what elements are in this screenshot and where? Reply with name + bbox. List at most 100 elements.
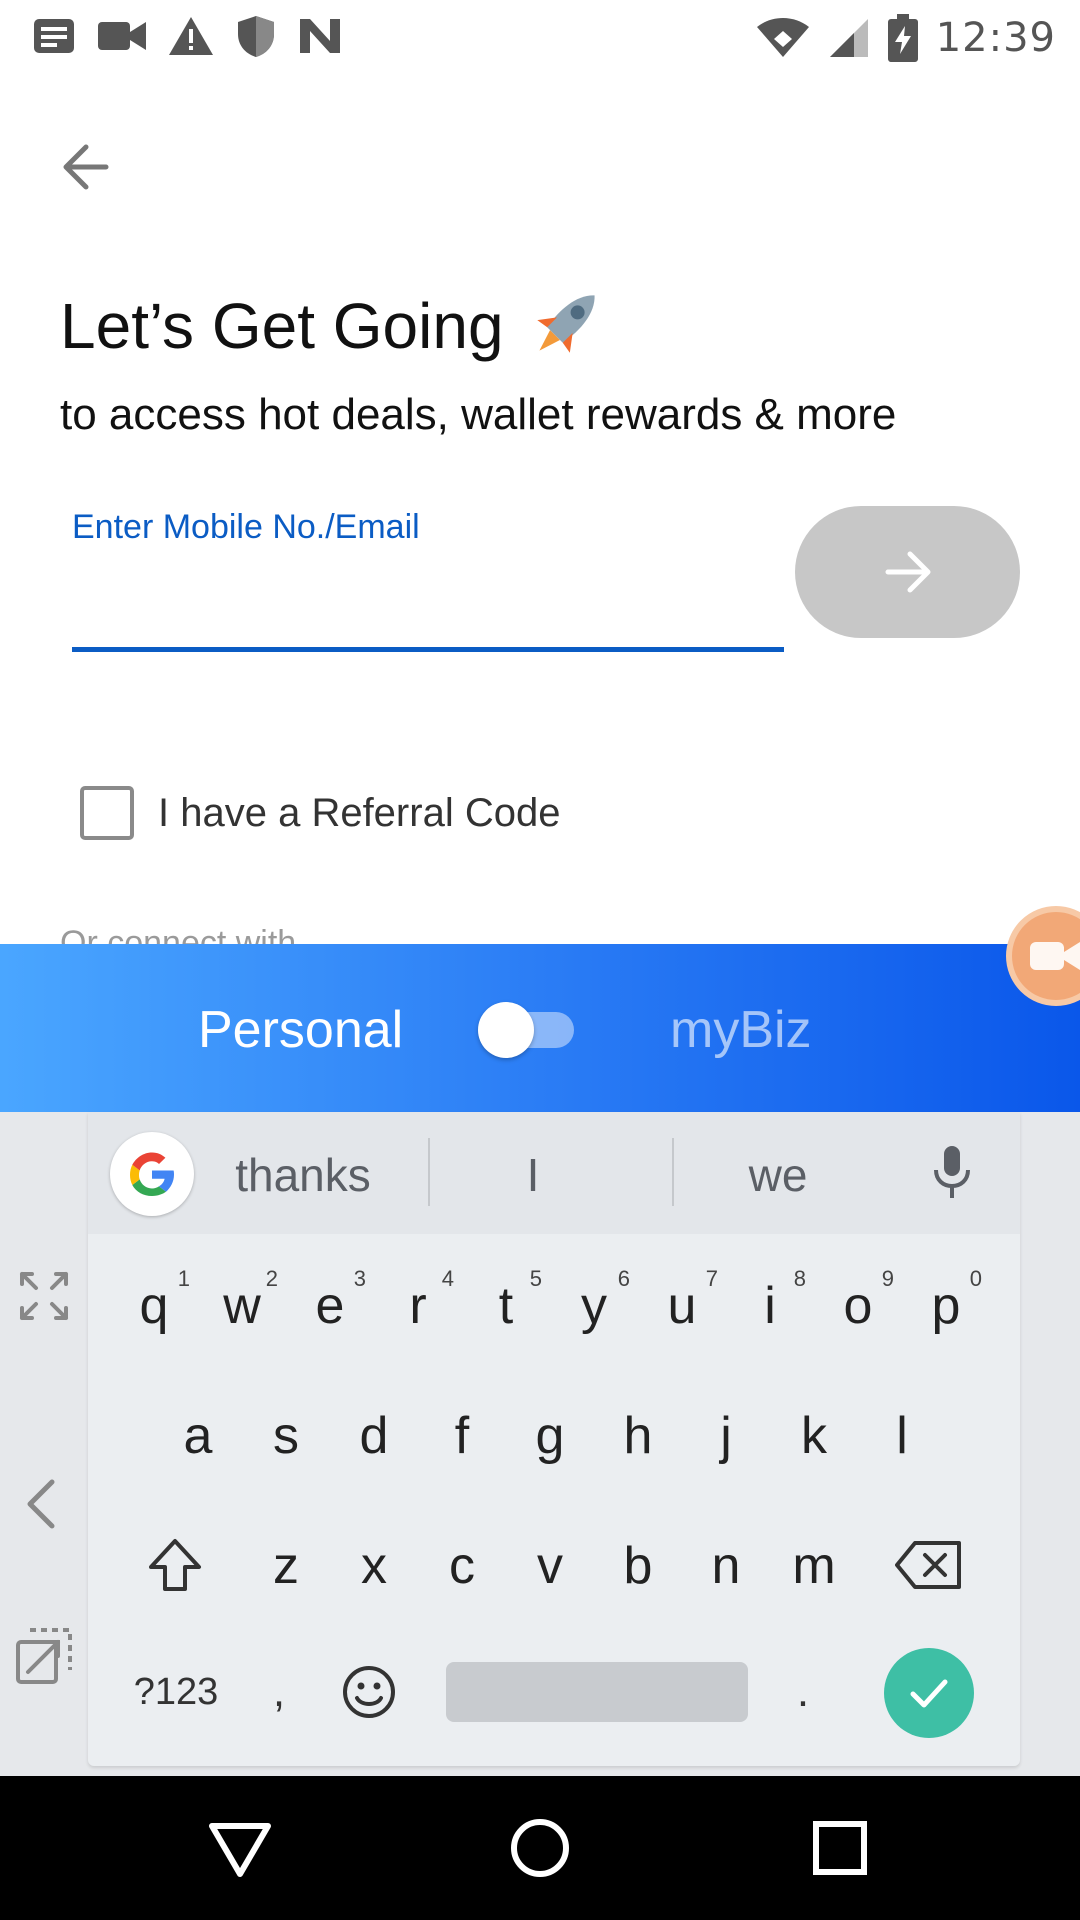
key-letter: z — [273, 1537, 299, 1595]
resize-window-icon[interactable] — [14, 1626, 74, 1686]
key-letter: x — [361, 1537, 387, 1595]
subtitle: to access hot deals, wallet rewards & mo… — [60, 390, 897, 439]
symbols-key[interactable]: ?123 — [106, 1642, 246, 1742]
key-v[interactable]: v — [506, 1510, 594, 1620]
key-r[interactable]: r4 — [374, 1250, 462, 1360]
key-f[interactable]: f — [418, 1380, 506, 1490]
key-x[interactable]: x — [330, 1510, 418, 1620]
soft-keyboard: thanks I we q1 w2 e3 r4 t5 y6 u7 i8 o9 p… — [0, 1112, 1080, 1776]
navigation-bar — [0, 1776, 1080, 1920]
key-d[interactable]: d — [330, 1380, 418, 1490]
key-l[interactable]: l — [858, 1380, 946, 1490]
google-search-button[interactable] — [110, 1132, 194, 1216]
key-hint: 6 — [617, 1266, 630, 1291]
key-t[interactable]: t5 — [462, 1250, 550, 1360]
key-n[interactable]: n — [682, 1510, 770, 1620]
checkmark-icon — [910, 1679, 948, 1708]
status-icons-left — [32, 14, 342, 58]
key-w[interactable]: w2 — [198, 1250, 286, 1360]
key-u[interactable]: u7 — [638, 1250, 726, 1360]
expand-icon[interactable] — [14, 1266, 74, 1326]
key-i[interactable]: i8 — [726, 1250, 814, 1360]
key-p[interactable]: p0 — [902, 1250, 990, 1360]
signal-icon — [828, 17, 870, 59]
page-title: Let’s Get Going — [60, 289, 504, 362]
key-hint: 0 — [969, 1266, 982, 1291]
video-camera-icon — [98, 18, 146, 54]
mode-switch-bar: Personal myBiz — [0, 944, 1080, 1112]
microphone-icon[interactable] — [920, 1140, 984, 1204]
key-letter: c — [449, 1537, 475, 1595]
news-icon — [32, 16, 76, 56]
key-hint: 5 — [529, 1266, 542, 1291]
status-icons-right: 12:39 — [756, 14, 1056, 62]
warning-icon — [168, 15, 214, 57]
key-b[interactable]: b — [594, 1510, 682, 1620]
key-y[interactable]: y6 — [550, 1250, 638, 1360]
key-a[interactable]: a — [154, 1380, 242, 1490]
emoji-key[interactable] — [324, 1642, 414, 1742]
home-circle-icon[interactable] — [504, 1812, 576, 1884]
key-hint: 1 — [177, 1266, 190, 1291]
enter-key[interactable] — [884, 1648, 974, 1738]
recents-square-icon[interactable] — [804, 1812, 876, 1884]
key-hint: 8 — [793, 1266, 806, 1291]
key-s[interactable]: s — [242, 1380, 330, 1490]
key-letter: d — [359, 1407, 389, 1465]
status-time: 12:39 — [935, 15, 1056, 61]
chevron-left-icon[interactable] — [14, 1474, 74, 1534]
arrow-left-icon — [63, 144, 109, 190]
wifi-icon — [756, 17, 810, 59]
back-triangle-icon[interactable] — [204, 1812, 276, 1884]
key-c[interactable]: c — [418, 1510, 506, 1620]
period-key[interactable]: . — [768, 1642, 838, 1742]
key-letter: j — [720, 1407, 732, 1465]
mybiz-mode-label[interactable]: myBiz — [670, 1000, 812, 1060]
video-chat-icon — [1030, 942, 1080, 970]
key-j[interactable]: j — [682, 1380, 770, 1490]
key-letter: a — [183, 1407, 213, 1465]
key-letter: f — [454, 1407, 470, 1465]
key-letter: m — [792, 1537, 836, 1595]
comma-key[interactable]: , — [244, 1642, 314, 1742]
backspace-key[interactable] — [874, 1510, 984, 1620]
arrow-right-icon — [885, 551, 930, 593]
mode-toggle[interactable] — [478, 1002, 578, 1058]
key-letter: b — [623, 1537, 653, 1595]
suggestion-2[interactable]: I — [438, 1148, 628, 1202]
key-k[interactable]: k — [770, 1380, 858, 1490]
smiley-icon — [343, 1666, 395, 1718]
rocket-icon — [522, 278, 612, 373]
mobile-email-input[interactable] — [72, 560, 784, 652]
shift-key[interactable] — [120, 1510, 230, 1620]
suggestion-3[interactable]: we — [688, 1148, 868, 1202]
n-icon — [298, 17, 342, 55]
back-button[interactable] — [56, 135, 120, 199]
key-o[interactable]: o9 — [814, 1250, 902, 1360]
next-button[interactable] — [795, 506, 1020, 638]
key-hint: 9 — [881, 1266, 894, 1291]
personal-mode-label[interactable]: Personal — [198, 1000, 403, 1060]
referral-checkbox[interactable] — [80, 786, 134, 840]
title-row: Let’s Get Going — [60, 278, 612, 373]
referral-code-option[interactable]: I have a Referral Code — [80, 786, 560, 840]
suggestion-divider — [428, 1138, 430, 1206]
key-letter: l — [896, 1407, 908, 1465]
key-g[interactable]: g — [506, 1380, 594, 1490]
referral-label: I have a Referral Code — [158, 790, 561, 835]
shield-icon — [236, 14, 276, 58]
key-z[interactable]: z — [242, 1510, 330, 1620]
keyboard-side-panel — [0, 1112, 88, 1776]
key-letter: h — [623, 1407, 653, 1465]
key-hint: 4 — [441, 1266, 454, 1291]
key-e[interactable]: e3 — [286, 1250, 374, 1360]
shift-icon — [149, 1539, 201, 1591]
key-hint: 3 — [353, 1266, 366, 1291]
key-letter: n — [711, 1537, 741, 1595]
key-q[interactable]: q1 — [110, 1250, 198, 1360]
key-m[interactable]: m — [770, 1510, 858, 1620]
space-key[interactable] — [446, 1662, 748, 1722]
suggestion-1[interactable]: thanks — [218, 1148, 388, 1202]
suggestion-bar: thanks I we — [88, 1112, 1020, 1234]
key-h[interactable]: h — [594, 1380, 682, 1490]
